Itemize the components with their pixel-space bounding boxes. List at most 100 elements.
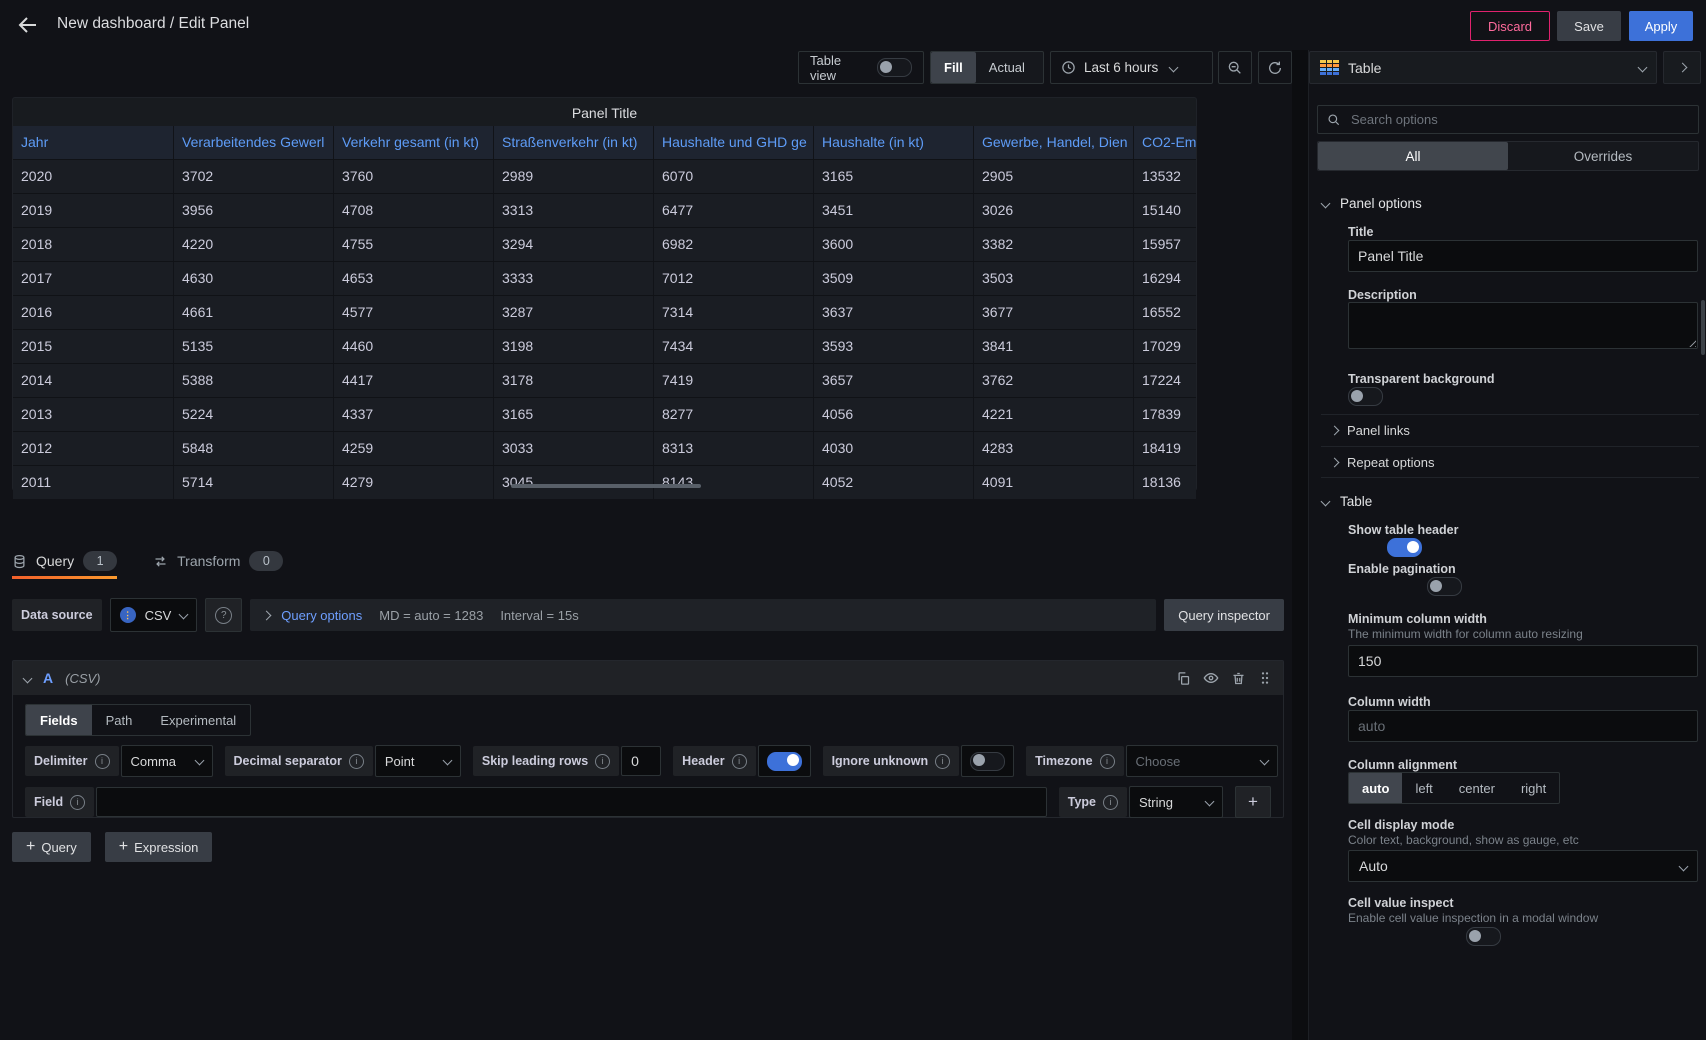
collapse-pane-button[interactable] — [1663, 51, 1701, 84]
enable-pagination-toggle[interactable] — [1427, 577, 1462, 596]
drag-handle-icon[interactable] — [1258, 670, 1272, 686]
type-select[interactable]: String — [1129, 786, 1223, 818]
collapse-icon[interactable] — [23, 673, 33, 683]
min-column-width-input[interactable] — [1348, 645, 1698, 677]
tab-fields[interactable]: Fields — [26, 705, 92, 735]
table-cell: 17839 — [1134, 398, 1196, 431]
column-header[interactable]: Verarbeitendes Gewerl — [174, 126, 334, 159]
add-expression-button[interactable]: +Expression — [105, 832, 213, 862]
discard-button[interactable]: Discard — [1470, 11, 1550, 41]
table-cell: 4259 — [334, 432, 494, 465]
table-cell: 17029 — [1134, 330, 1196, 363]
panel-links-section[interactable]: Panel links — [1321, 414, 1699, 446]
column-header[interactable]: Jahr — [13, 126, 174, 159]
decimal-separator-select[interactable]: Point — [375, 745, 461, 777]
apply-button[interactable]: Apply — [1629, 11, 1693, 41]
alignment-right[interactable]: right — [1508, 773, 1559, 803]
alignment-auto[interactable]: auto — [1349, 773, 1402, 803]
delimiter-label: Delimiteri — [25, 746, 119, 776]
datasource-bar: Data source ⋮ CSV ? Query options MD = a… — [12, 596, 1284, 634]
panel-options-section-header[interactable]: Panel options — [1322, 196, 1422, 211]
save-button[interactable]: Save — [1557, 11, 1621, 41]
time-range-picker[interactable]: Last 6 hours — [1050, 51, 1213, 84]
column-header[interactable]: CO2-Emissionen gesar — [1134, 126, 1196, 159]
refresh-button[interactable] — [1258, 51, 1292, 84]
table-view-label: Table view — [810, 53, 867, 83]
table-cell: 3026 — [974, 194, 1134, 227]
alignment-left[interactable]: left — [1402, 773, 1445, 803]
field-input[interactable] — [96, 787, 1047, 817]
add-query-button[interactable]: +Query — [12, 832, 91, 862]
csv-datasource-icon: ⋮ — [120, 607, 136, 623]
column-header[interactable]: Haushalte (in kt) — [814, 126, 974, 159]
section-title: Panel options — [1340, 196, 1422, 211]
ignore-unknown-toggle[interactable] — [970, 752, 1005, 771]
table-cell: 3333 — [494, 262, 654, 295]
zoom-out-button[interactable] — [1218, 51, 1252, 84]
tab-path[interactable]: Path — [92, 705, 147, 735]
panel-title-input[interactable] — [1348, 240, 1698, 272]
table-cell: 3509 — [814, 262, 974, 295]
column-header[interactable]: Haushalte und GHD ge — [654, 126, 814, 159]
table-view-toggle[interactable] — [877, 58, 912, 77]
alignment-center[interactable]: center — [1446, 773, 1508, 803]
query-inspector-button[interactable]: Query inspector — [1164, 599, 1284, 631]
options-search[interactable] — [1317, 105, 1699, 134]
pane-splitter[interactable] — [1292, 50, 1308, 1040]
tab-experimental[interactable]: Experimental — [146, 705, 250, 735]
column-header[interactable]: Gewerbe, Handel, Dien — [974, 126, 1134, 159]
show-table-header-toggle[interactable] — [1387, 538, 1422, 557]
timezone-select[interactable]: Choose — [1126, 745, 1278, 777]
trash-icon[interactable] — [1231, 671, 1246, 686]
table-cell: 2019 — [13, 194, 174, 227]
description-textarea[interactable] — [1348, 302, 1698, 349]
back-button[interactable] — [16, 13, 40, 37]
hide-response-icon[interactable] — [1203, 670, 1219, 686]
skip-leading-rows-input[interactable] — [621, 746, 661, 776]
header-toggle[interactable] — [767, 752, 802, 771]
ignore-unknown-toggle-box — [961, 745, 1014, 777]
table-cell: 18136 — [1134, 466, 1196, 499]
sidebar-scrollbar[interactable] — [1701, 300, 1705, 355]
visualization-picker[interactable]: Table — [1309, 51, 1657, 84]
interval: Interval = 15s — [500, 608, 578, 623]
options-search-input[interactable] — [1349, 111, 1689, 128]
column-header[interactable]: Straßenverkehr (in kt) — [494, 126, 654, 159]
cell-display-mode-select[interactable]: Auto — [1348, 850, 1698, 882]
tab-query[interactable]: Query 1 — [12, 551, 117, 579]
min-column-width-desc: The minimum width for column auto resizi… — [1348, 627, 1583, 641]
header-label: Headeri — [673, 746, 755, 776]
query-options-link[interactable]: Query options — [281, 608, 362, 623]
query-row-header[interactable]: A (CSV) — [13, 661, 1283, 695]
table-cell: 3503 — [974, 262, 1134, 295]
delimiter-select[interactable]: Comma — [121, 745, 213, 777]
column-width-input[interactable] — [1348, 710, 1698, 742]
tab-all[interactable]: All — [1318, 142, 1508, 170]
horizontal-scrollbar[interactable] — [511, 484, 701, 488]
repeat-options-section[interactable]: Repeat options — [1321, 446, 1699, 478]
datasource-help-button[interactable]: ? — [205, 598, 242, 632]
table-section-header[interactable]: Table — [1322, 494, 1372, 509]
tab-transform[interactable]: Transform 0 — [153, 551, 283, 579]
cell-value-inspect-toggle[interactable] — [1466, 927, 1501, 946]
datasource-picker[interactable]: ⋮ CSV — [110, 598, 198, 632]
transparent-background-toggle[interactable] — [1348, 387, 1383, 406]
tab-overrides[interactable]: Overrides — [1508, 142, 1698, 170]
query-actions: +Query +Expression — [12, 832, 212, 862]
fill-option[interactable]: Fill — [931, 52, 976, 83]
table-cell: 3294 — [494, 228, 654, 261]
data-table: JahrVerarbeitendes GewerlVerkehr gesamt … — [13, 126, 1196, 499]
table-cell: 3045 — [494, 466, 654, 499]
chevron-down-icon — [1169, 63, 1179, 73]
query-options-bar[interactable]: Query options MD = auto = 1283 Interval … — [250, 599, 1156, 631]
chevron-right-icon — [262, 610, 272, 620]
table-cell: 6982 — [654, 228, 814, 261]
column-header[interactable]: Verkehr gesamt (in kt) — [334, 126, 494, 159]
actual-option[interactable]: Actual — [976, 52, 1038, 83]
csv-editor-tabs: Fields Path Experimental — [25, 704, 251, 736]
add-field-button[interactable]: + — [1235, 786, 1271, 818]
duplicate-icon[interactable] — [1176, 671, 1191, 686]
query-ref-id: A — [43, 670, 53, 686]
table-cell: 3165 — [494, 398, 654, 431]
tab-transform-label: Transform — [177, 553, 240, 569]
